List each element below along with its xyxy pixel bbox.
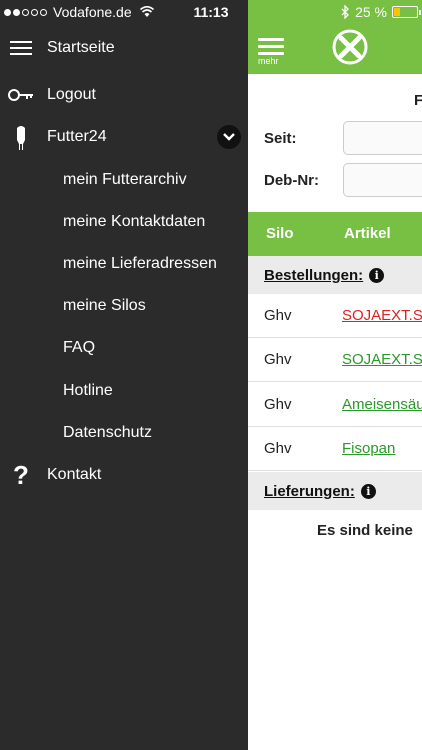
- menu-item-label: FAQ: [63, 339, 96, 356]
- menu-item-futterarchiv[interactable]: mein Futterarchiv: [0, 160, 248, 200]
- table-row: Ghv Fisopan: [248, 427, 422, 471]
- silo-cell: Ghv: [264, 440, 292, 457]
- seit-input[interactable]: [343, 121, 422, 155]
- status-bar: Vodafone.de 11:13 25 %: [0, 0, 422, 24]
- artikel-link[interactable]: SOJAEXT.S: [342, 351, 422, 368]
- silo-cell: Ghv: [264, 351, 292, 368]
- section-title: Lieferungen:: [264, 482, 355, 500]
- menu-item-kontaktdaten[interactable]: meine Kontaktdaten: [0, 202, 248, 242]
- section-title: Bestellungen:: [264, 266, 364, 284]
- menu-item-label: Datenschutz: [63, 424, 152, 441]
- section-lieferungen: Lieferungen: i: [248, 472, 422, 510]
- table-row: Ghv Ameisensäu: [248, 383, 422, 427]
- silo-cell: Ghv: [264, 396, 292, 413]
- menu-item-label: meine Kontaktdaten: [63, 213, 206, 230]
- artikel-link[interactable]: Ameisensäu: [342, 396, 422, 413]
- menu-item-label: Startseite: [47, 39, 115, 56]
- hamburger-icon: [8, 41, 34, 55]
- question-icon: ?: [13, 460, 29, 490]
- info-icon[interactable]: i: [360, 483, 376, 499]
- menu-item-lieferadressen[interactable]: meine Lieferadressen: [0, 244, 248, 284]
- menu-item-logout[interactable]: Logout: [0, 75, 248, 115]
- silo-cell: Ghv: [264, 307, 292, 324]
- no-data-message: Es sind keine: [317, 522, 413, 539]
- column-header-artikel: Artikel: [344, 225, 391, 242]
- side-menu: Startseite Logout Futter24 mein Futterar…: [0, 0, 248, 750]
- menu-item-label: Kontakt: [47, 466, 102, 483]
- table-row: Ghv SOJAEXT.S: [248, 294, 422, 338]
- menu-item-label: Futter24: [47, 128, 107, 145]
- menu-item-faq[interactable]: FAQ: [0, 328, 248, 368]
- menu-item-startseite[interactable]: Startseite: [0, 28, 248, 68]
- silo-icon: [8, 124, 34, 150]
- filter-form: F Seit: Deb-Nr:: [248, 74, 422, 212]
- column-header-silo: Silo: [266, 225, 294, 242]
- menu-item-silos[interactable]: meine Silos: [0, 286, 248, 326]
- app-logo-icon: [332, 29, 368, 65]
- table-row: Ghv SOJAEXT.S: [248, 338, 422, 382]
- menu-item-label: mein Futterarchiv: [63, 171, 187, 188]
- seit-label: Seit:: [264, 130, 297, 147]
- artikel-link[interactable]: SOJAEXT.S: [342, 307, 422, 324]
- menu-item-kontakt[interactable]: ? Kontakt: [0, 455, 248, 495]
- table-header: Silo Artikel: [248, 212, 422, 256]
- menu-item-label: meine Lieferadressen: [63, 255, 217, 272]
- info-icon[interactable]: i: [369, 267, 385, 283]
- menu-item-futter24[interactable]: Futter24: [0, 117, 248, 157]
- menu-item-label: Hotline: [63, 382, 113, 399]
- deb-nr-input[interactable]: [343, 163, 422, 197]
- battery-icon: [392, 6, 421, 18]
- menu-item-label: meine Silos: [63, 297, 146, 314]
- menu-item-datenschutz[interactable]: Datenschutz: [0, 413, 248, 453]
- battery-percent: 25 %: [355, 4, 387, 20]
- form-title: F: [414, 92, 422, 109]
- menu-item-hotline[interactable]: Hotline: [0, 371, 248, 411]
- bluetooth-icon: [341, 5, 349, 19]
- artikel-link[interactable]: Fisopan: [342, 440, 395, 457]
- chevron-down-icon[interactable]: [217, 125, 241, 149]
- menu-item-label: Logout: [47, 86, 96, 103]
- section-bestellungen: Bestellungen: i: [248, 256, 422, 294]
- key-icon: [8, 88, 34, 102]
- main-panel: mehr F Seit: Deb-Nr: Silo Artikel Bestel…: [248, 0, 422, 750]
- deb-nr-label: Deb-Nr:: [264, 172, 319, 189]
- menu-toggle-label: mehr: [258, 56, 279, 66]
